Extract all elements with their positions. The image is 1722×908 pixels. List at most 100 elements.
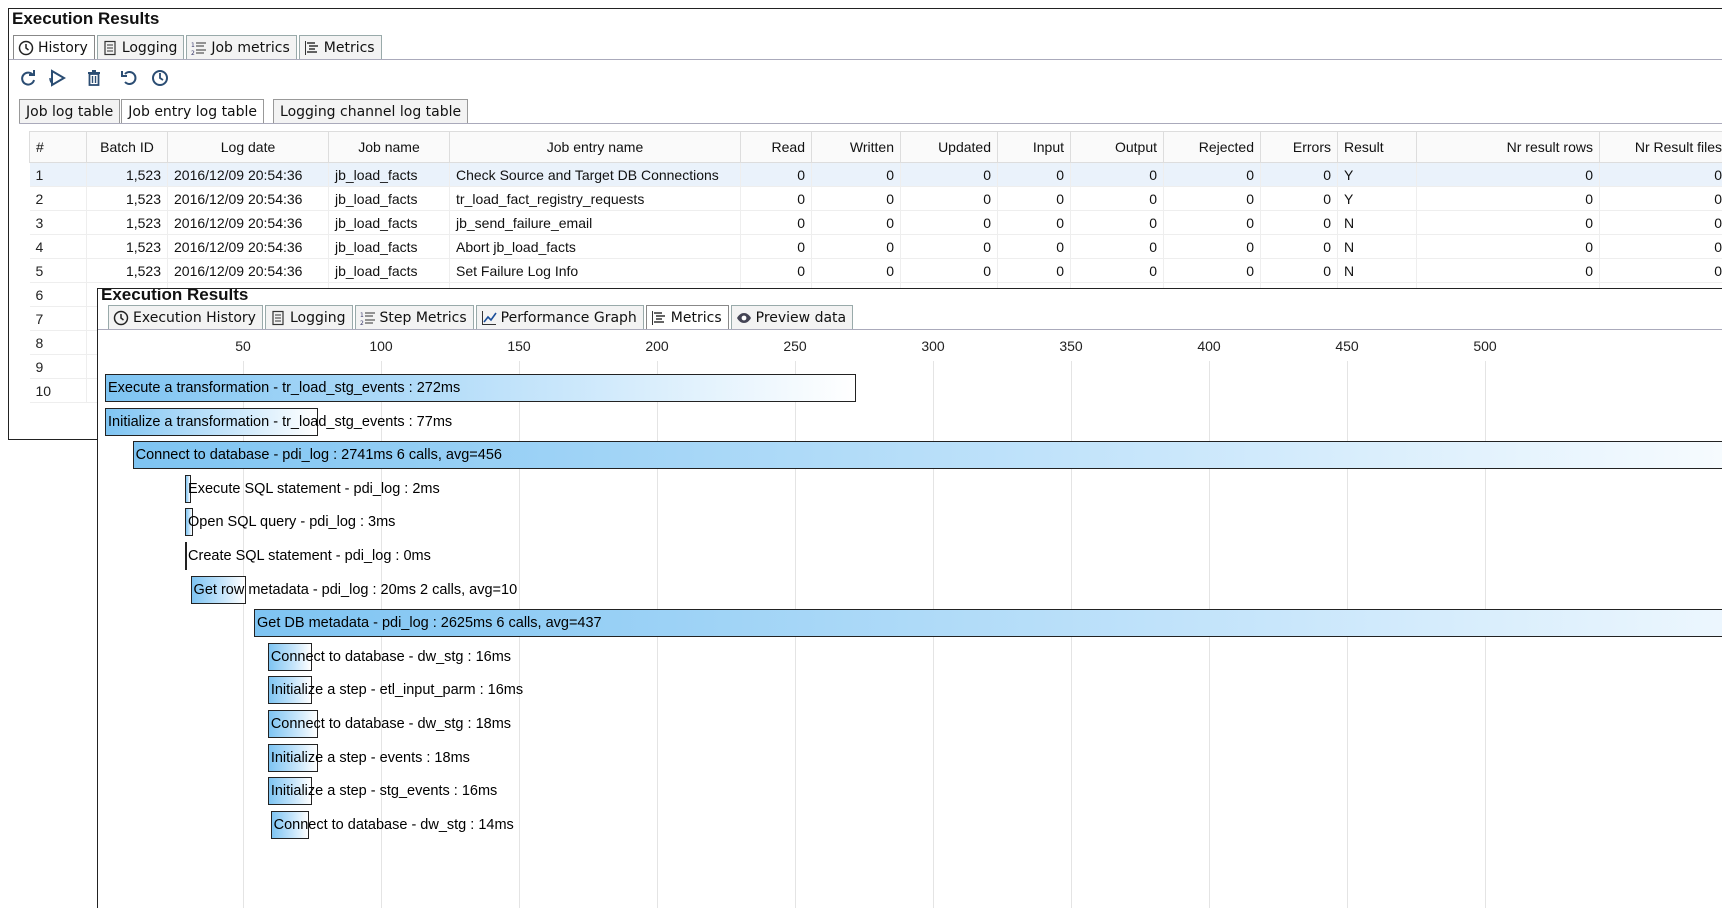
tab-label: Logging [122, 40, 178, 56]
trash-icon [84, 68, 104, 92]
table-cell: Check Source and Target DB Connections [450, 163, 741, 187]
table-cell: 0 [1071, 211, 1164, 235]
column-header-log-date[interactable]: Log date [168, 132, 329, 163]
column-header-output[interactable]: Output [1071, 132, 1164, 163]
undo-icon [120, 68, 140, 92]
column-header-input[interactable]: Input [998, 132, 1071, 163]
timeline-bar-label: Create SQL statement - pdi_log : 0ms [188, 542, 431, 570]
subtab-job-log-table[interactable]: Job log table [19, 99, 120, 123]
table-cell: 0 [1164, 211, 1261, 235]
tab-label: Preview data [756, 310, 846, 326]
tab-label: Job metrics [211, 40, 289, 56]
table-cell: 0 [901, 187, 998, 211]
table-cell: 0 [998, 187, 1071, 211]
x-tick-label: 150 [507, 338, 530, 354]
table-cell: 0 [1417, 211, 1600, 235]
tab-history[interactable]: History [13, 35, 95, 59]
table-cell: 0 [1600, 163, 1722, 187]
table-cell: 0 [1600, 211, 1722, 235]
subtab-job-entry-log-table[interactable]: Job entry log table [121, 99, 264, 123]
table-cell: 2016/12/09 20:54:36 [168, 187, 329, 211]
subtab-logging-channel-log-table[interactable]: Logging channel log table [273, 99, 468, 123]
column-header-errors[interactable]: Errors [1261, 132, 1338, 163]
undo-button[interactable] [119, 69, 141, 91]
column-header-nr-result-rows[interactable]: Nr result rows [1417, 132, 1600, 163]
clock-icon [18, 40, 34, 56]
column-header-batch-id[interactable]: Batch ID [87, 132, 168, 163]
table-cell: 0 [741, 163, 812, 187]
tab-logging[interactable]: Logging [265, 305, 353, 329]
transformation-execution-results-panel: Execution Results Execution History Loggi… [97, 288, 1722, 908]
refresh-icon [18, 68, 38, 92]
table-cell: 0 [1261, 163, 1338, 187]
panel-title: Execution Results [101, 288, 248, 305]
replay-icon [48, 68, 68, 92]
metrics-timeline-chart: 50100150200250300350400450500Execute a t… [98, 331, 1722, 908]
log-icon [270, 310, 286, 326]
tab-step-metrics[interactable]: 12Step Metrics [355, 305, 474, 329]
column-header-read[interactable]: Read [741, 132, 812, 163]
x-tick-label: 300 [921, 338, 944, 354]
table-cell: jb_load_facts [329, 187, 450, 211]
transformation-results-tabs: Execution History Logging 12Step Metrics Pe… [108, 305, 855, 331]
tab-label: Metrics [671, 310, 722, 326]
tab-metrics[interactable]: Metrics [299, 35, 382, 59]
column-header-rejected[interactable]: Rejected [1164, 132, 1261, 163]
table-cell: 0 [998, 235, 1071, 259]
table-cell: 0 [998, 211, 1071, 235]
history-button[interactable] [149, 69, 171, 91]
table-cell: 4 [30, 235, 87, 259]
table-cell: 0 [1164, 163, 1261, 187]
table-cell: 5 [30, 259, 87, 283]
table-cell: tr_load_fact_registry_requests [450, 187, 741, 211]
table-cell: 0 [1261, 259, 1338, 283]
list-numbered-icon: 12 [360, 310, 376, 326]
table-row[interactable]: 21,5232016/12/09 20:54:36jb_load_factstr… [30, 187, 1722, 211]
x-tick-label: 500 [1473, 338, 1496, 354]
svg-text:1: 1 [360, 312, 364, 319]
tab-label: Logging [290, 310, 346, 326]
table-row[interactable]: 41,5232016/12/09 20:54:36jb_load_factsAb… [30, 235, 1722, 259]
column-header-updated[interactable]: Updated [901, 132, 998, 163]
panel-title: Execution Results [12, 9, 159, 29]
history-toolbar [17, 69, 171, 91]
table-cell: jb_load_facts [329, 163, 450, 187]
table-cell: 1,523 [87, 259, 168, 283]
table-cell: jb_load_facts [329, 235, 450, 259]
column-header-written[interactable]: Written [812, 132, 901, 163]
table-cell: 0 [1071, 235, 1164, 259]
tab-performance-graph[interactable]: Performance Graph [476, 305, 644, 329]
column-header-job-name[interactable]: Job name [329, 132, 450, 163]
tab-label: Performance Graph [501, 310, 637, 326]
table-cell: 0 [1261, 235, 1338, 259]
eye-icon [736, 310, 752, 326]
column-header-nr-result-files[interactable]: Nr Result files [1600, 132, 1722, 163]
table-cell: 0 [901, 211, 998, 235]
table-cell: 1,523 [87, 187, 168, 211]
replay-button[interactable] [47, 69, 69, 91]
refresh-button[interactable] [17, 69, 39, 91]
table-cell: 0 [741, 235, 812, 259]
trash-button[interactable] [83, 69, 105, 91]
table-cell: 0 [812, 211, 901, 235]
tab-logging[interactable]: Logging [97, 35, 185, 59]
tab-preview-data[interactable]: Preview data [731, 305, 853, 329]
column-header-row-number[interactable]: # [30, 132, 87, 163]
timeline-bar-label: Execute SQL statement - pdi_log : 2ms [188, 475, 440, 503]
table-cell: 2016/12/09 20:54:36 [168, 211, 329, 235]
table-cell: 0 [1417, 163, 1600, 187]
metrics-icon [304, 40, 320, 56]
table-cell: 0 [1600, 259, 1722, 283]
history-icon [150, 68, 170, 92]
column-header-job-entry-name[interactable]: Job entry name [450, 132, 741, 163]
table-cell: 2016/12/09 20:54:36 [168, 259, 329, 283]
table-cell: N [1338, 259, 1417, 283]
tab-execution-history[interactable]: Execution History [108, 305, 263, 329]
table-row[interactable]: 31,5232016/12/09 20:54:36jb_load_factsjb… [30, 211, 1722, 235]
table-row[interactable]: 51,5232016/12/09 20:54:36jb_load_factsSe… [30, 259, 1722, 283]
column-header-result[interactable]: Result [1338, 132, 1417, 163]
table-cell: 0 [812, 235, 901, 259]
table-row[interactable]: 11,5232016/12/09 20:54:36jb_load_factsCh… [30, 163, 1722, 187]
tab-job-metrics[interactable]: 12Job metrics [186, 35, 296, 59]
tab-metrics[interactable]: Metrics [646, 305, 729, 329]
